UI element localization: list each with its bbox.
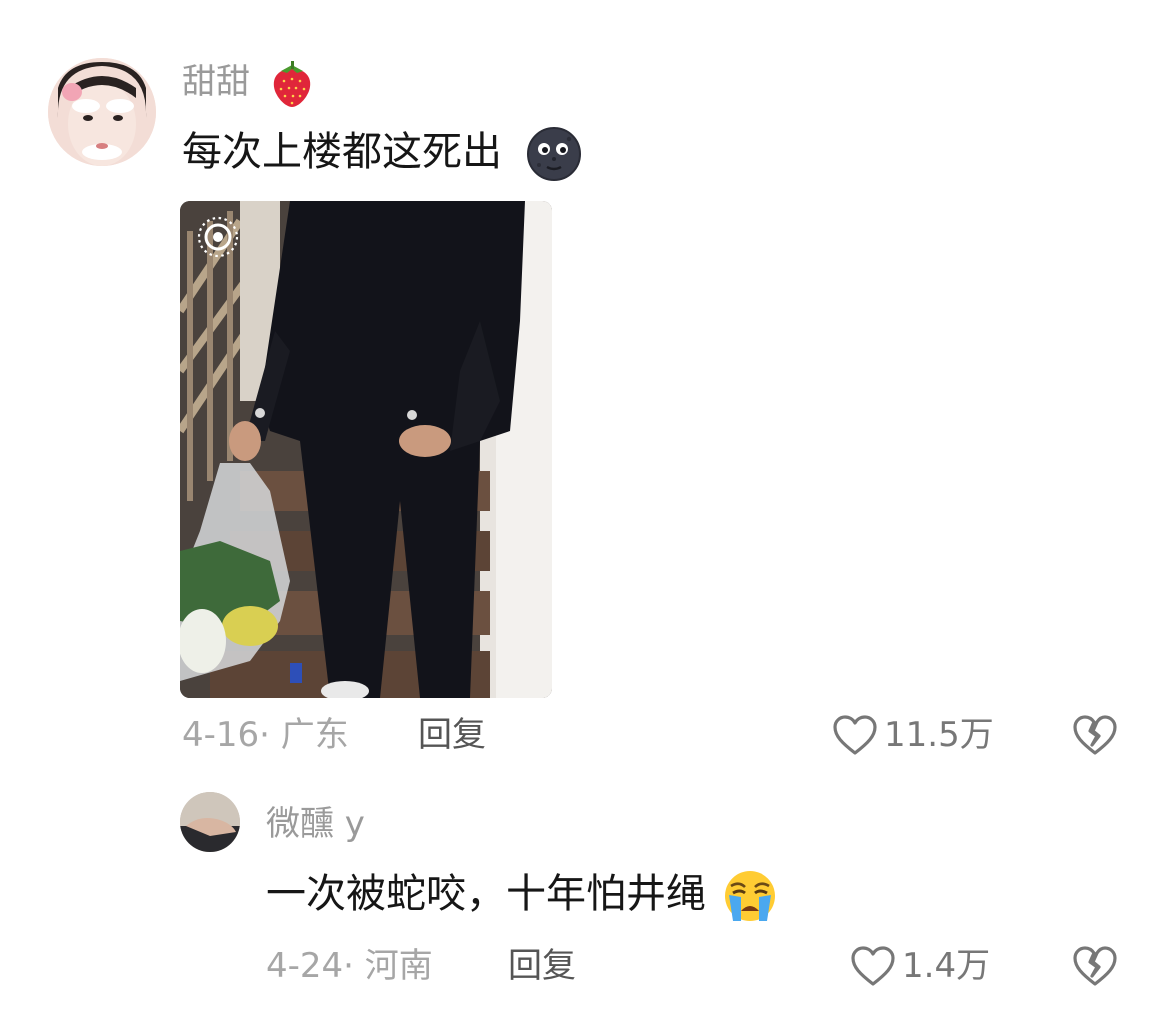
reply-text: 一次被蛇咬，十年怕井绳 <box>266 868 779 923</box>
comment-location: 广东 <box>280 715 349 755</box>
reply-text-content: 一次被蛇咬，十年怕井绳 <box>266 871 706 917</box>
avatar[interactable] <box>48 58 156 166</box>
avatar-image <box>180 792 240 852</box>
reply-button[interactable]: 回复 <box>418 713 486 757</box>
reply-meta: 4-24· 河南 <box>266 944 433 988</box>
dark-moon-face-icon <box>526 127 581 181</box>
avatar-image <box>48 58 156 166</box>
heart-icon <box>851 946 895 986</box>
strawberry-icon <box>273 60 311 107</box>
username[interactable]: 微醺 y <box>266 802 365 846</box>
like-count: 11.5万 <box>884 715 994 755</box>
heart-icon <box>833 715 877 755</box>
reply-location: 河南 <box>364 946 433 986</box>
comment-date: 4-16 <box>182 715 260 755</box>
avatar[interactable] <box>180 792 240 852</box>
comment-text-content: 每次上楼都这死出 <box>182 129 502 175</box>
comment-item: 甜甜 每次上楼都这死出 4-16· 广东 回复 11.5万 <box>0 0 1170 780</box>
like-button[interactable]: 1.4万 <box>850 944 990 988</box>
broken-heart-icon[interactable] <box>1072 713 1118 757</box>
meta-separator: · <box>259 715 281 755</box>
comment-photo-image <box>180 201 552 698</box>
comment-meta: 4-16· 广东 <box>182 713 349 757</box>
reply-button[interactable]: 回复 <box>508 944 576 988</box>
comment-text: 每次上楼都这死出 <box>182 126 583 181</box>
broken-heart-icon[interactable] <box>1072 944 1118 988</box>
live-photo-icon <box>197 216 239 258</box>
comment-photo[interactable] <box>180 201 552 698</box>
username-text: 甜甜 <box>182 62 250 102</box>
reply-item: 微醺 y 一次被蛇咬，十年怕井绳 4-24· 河南 回复 1.4万 <box>0 780 1170 1011</box>
username[interactable]: 甜甜 <box>182 60 313 107</box>
like-count: 1.4万 <box>902 946 991 986</box>
meta-separator: · <box>343 946 365 986</box>
like-button[interactable]: 11.5万 <box>832 713 994 757</box>
reply-date: 4-24 <box>266 946 344 986</box>
crying-face-icon <box>724 871 775 921</box>
